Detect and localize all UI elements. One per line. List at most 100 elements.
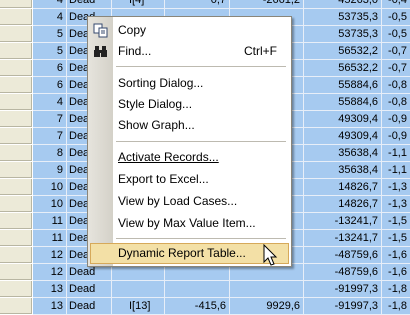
value-cell[interactable] <box>165 281 230 298</box>
row-number-cell[interactable]: 4 <box>33 9 67 26</box>
row-header[interactable] <box>0 94 32 110</box>
value-cell[interactable]: -415,6 <box>165 298 230 315</box>
value-cell[interactable]: 9929,6 <box>230 298 304 315</box>
row-header[interactable] <box>0 145 32 161</box>
value-cell[interactable]: 56532,2 <box>304 43 382 60</box>
row-header[interactable] <box>0 213 32 229</box>
value-cell[interactable]: 45263,0 <box>304 0 382 9</box>
row-number-cell[interactable]: 12 <box>33 264 67 281</box>
row-number-cell[interactable]: 9 <box>33 162 67 179</box>
menu-item-activate-records[interactable]: Activate Records... <box>90 147 289 168</box>
value-cell[interactable]: -0,7 <box>382 43 410 60</box>
row-header[interactable] <box>0 9 32 25</box>
value-cell[interactable]: -1,5 <box>382 213 410 230</box>
value-cell[interactable]: 14826,7 <box>304 196 382 213</box>
element-cell[interactable] <box>112 281 165 298</box>
value-cell[interactable]: 49309,4 <box>304 128 382 145</box>
row-number-cell[interactable]: 11 <box>33 213 67 230</box>
element-cell[interactable]: I[13] <box>112 298 165 315</box>
value-cell[interactable]: 56532,2 <box>304 60 382 77</box>
row-number-cell[interactable]: 5 <box>33 26 67 43</box>
value-cell[interactable] <box>230 281 304 298</box>
menu-item-export-excel[interactable]: Export to Excel... <box>90 169 289 190</box>
row-number-cell[interactable]: 4 <box>33 0 67 9</box>
row-header[interactable] <box>0 162 32 178</box>
value-cell[interactable]: -13241,7 <box>304 230 382 247</box>
value-cell[interactable]: -0,8 <box>382 77 410 94</box>
value-cell[interactable]: 53735,3 <box>304 9 382 26</box>
table-row[interactable]: 4 Dead I[4] 0,7 -2661,2 45263,0 -0,4 <box>0 0 410 9</box>
row-header[interactable] <box>0 111 32 127</box>
state-cell[interactable]: Dead <box>67 281 112 298</box>
row-header[interactable] <box>0 264 32 280</box>
row-header[interactable] <box>0 298 32 314</box>
value-cell[interactable]: 55884,6 <box>304 77 382 94</box>
row-header[interactable] <box>0 230 32 246</box>
state-cell[interactable]: Dead <box>67 0 112 9</box>
value-cell[interactable]: -0,8 <box>382 94 410 111</box>
row-number-cell[interactable]: 7 <box>33 128 67 145</box>
row-header[interactable] <box>0 247 32 263</box>
row-header[interactable] <box>0 128 32 144</box>
menu-item-sorting-dialog[interactable]: Sorting Dialog... <box>90 73 289 94</box>
row-number-cell[interactable]: 12 <box>33 247 67 264</box>
menu-item-style-dialog[interactable]: Style Dialog... <box>90 94 289 115</box>
row-header[interactable] <box>0 77 32 93</box>
row-number-cell[interactable]: 4 <box>33 94 67 111</box>
table-row[interactable]: 13 Dead I[13] -415,6 9929,6 -91997,3 -1,8 <box>0 298 410 315</box>
value-cell[interactable]: 35638,4 <box>304 162 382 179</box>
value-cell[interactable]: -1,1 <box>382 162 410 179</box>
value-cell[interactable]: -0,9 <box>382 128 410 145</box>
row-number-cell[interactable]: 11 <box>33 230 67 247</box>
value-cell[interactable]: 0,7 <box>165 0 230 9</box>
row-header[interactable] <box>0 60 32 76</box>
value-cell[interactable]: -0,9 <box>382 111 410 128</box>
value-cell[interactable]: -0,4 <box>382 0 410 9</box>
value-cell[interactable]: -1,1 <box>382 145 410 162</box>
row-number-cell[interactable]: 13 <box>33 298 67 315</box>
state-cell[interactable]: Dead <box>67 298 112 315</box>
row-number-cell[interactable]: 10 <box>33 179 67 196</box>
value-cell[interactable]: -1,8 <box>382 281 410 298</box>
row-header[interactable] <box>0 0 32 8</box>
value-cell[interactable]: -1,8 <box>382 298 410 315</box>
value-cell[interactable]: -1,5 <box>382 230 410 247</box>
row-number-cell[interactable]: 5 <box>33 43 67 60</box>
value-cell[interactable]: -91997,3 <box>304 281 382 298</box>
value-cell[interactable]: -0,5 <box>382 9 410 26</box>
value-cell[interactable]: -48759,6 <box>304 247 382 264</box>
value-cell[interactable]: 53735,3 <box>304 26 382 43</box>
value-cell[interactable]: 14826,7 <box>304 179 382 196</box>
value-cell[interactable]: -2661,2 <box>230 0 304 9</box>
row-number-cell[interactable]: 6 <box>33 77 67 94</box>
element-cell[interactable]: I[4] <box>112 0 165 9</box>
value-cell[interactable]: -13241,7 <box>304 213 382 230</box>
value-cell[interactable]: -1,6 <box>382 264 410 281</box>
row-header[interactable] <box>0 196 32 212</box>
menu-item-dynamic-report-table[interactable]: Dynamic Report Table... <box>90 243 289 264</box>
menu-item-show-graph[interactable]: Show Graph... <box>90 115 289 136</box>
row-number-cell[interactable]: 13 <box>33 281 67 298</box>
row-header[interactable] <box>0 179 32 195</box>
menu-item-find[interactable]: Find... Ctrl+F <box>90 41 289 62</box>
value-cell[interactable]: -1,6 <box>382 247 410 264</box>
value-cell[interactable]: -0,7 <box>382 60 410 77</box>
value-cell[interactable]: -91997,3 <box>304 298 382 315</box>
value-cell[interactable]: 49309,4 <box>304 111 382 128</box>
value-cell[interactable]: -48759,6 <box>304 264 382 281</box>
table-row[interactable]: 13 Dead -91997,3 -1,8 <box>0 281 410 298</box>
row-header[interactable] <box>0 43 32 59</box>
row-header[interactable] <box>0 281 32 297</box>
value-cell[interactable]: -0,5 <box>382 26 410 43</box>
menu-item-view-max-value[interactable]: View by Max Value Item... <box>90 213 289 234</box>
value-cell[interactable]: -1,3 <box>382 179 410 196</box>
value-cell[interactable]: 35638,4 <box>304 145 382 162</box>
menu-item-view-load-cases[interactable]: View by Load Cases... <box>90 191 289 212</box>
row-number-cell[interactable]: 7 <box>33 111 67 128</box>
row-number-cell[interactable]: 6 <box>33 60 67 77</box>
value-cell[interactable]: 55884,6 <box>304 94 382 111</box>
row-number-cell[interactable]: 8 <box>33 145 67 162</box>
row-header[interactable] <box>0 26 32 42</box>
row-number-cell[interactable]: 10 <box>33 196 67 213</box>
value-cell[interactable]: -1,3 <box>382 196 410 213</box>
